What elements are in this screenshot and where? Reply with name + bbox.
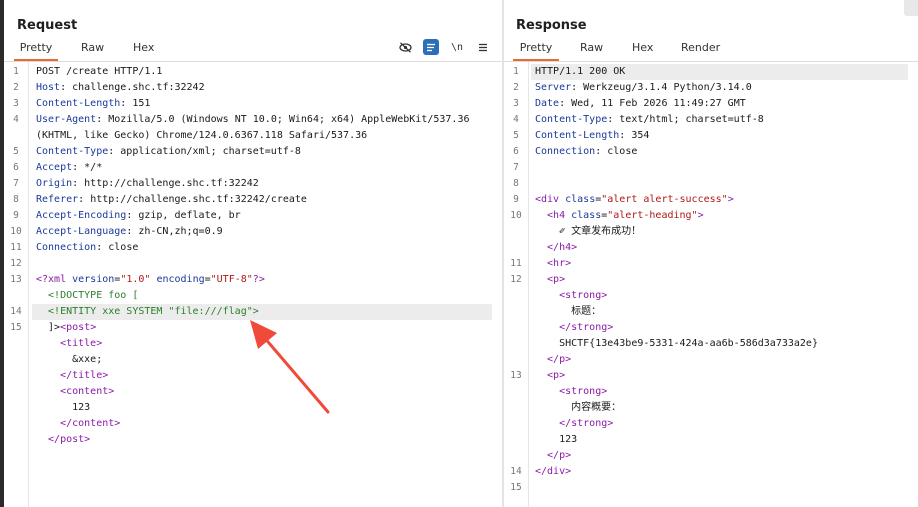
annotation-arrow [250,320,330,414]
